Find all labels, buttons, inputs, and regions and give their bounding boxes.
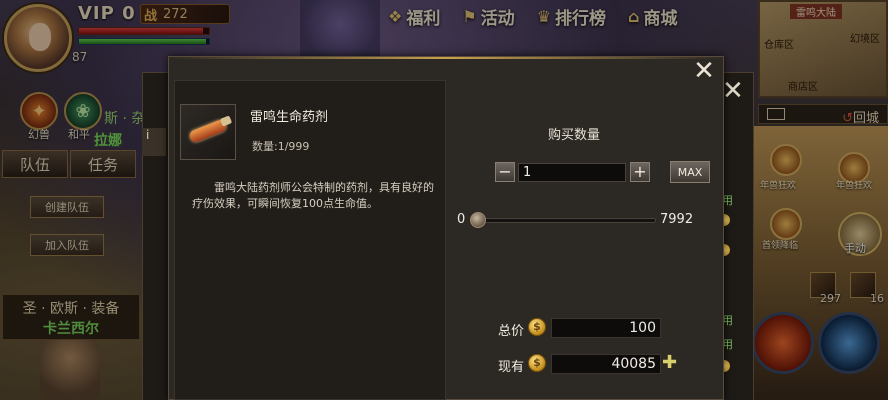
item-icon-slot [180,104,236,160]
shop-close-button[interactable]: ✕ [722,78,744,104]
gold-coin-icon: $ [528,354,546,372]
gold-coin-icon: $ [528,318,546,336]
item-description: 雷鸣大陆药剂师公会特制的药剂，具有良好的疗伤效果，可瞬间恢复100点生命值。 [192,181,434,210]
add-gold-button[interactable]: ✚ [662,354,677,372]
shop-window-tab[interactable]: i [142,128,166,156]
slider-handle[interactable] [470,212,486,228]
item-quantity: 数量:1/999 [252,140,310,153]
total-price-label: 总价 [498,324,525,339]
max-button[interactable]: MAX [670,161,710,183]
total-price-value: 100 [551,318,661,338]
item-name: 雷鸣生命药剂 [250,110,329,125]
owned-gold-label: 现有 [498,360,525,375]
buy-quantity-title: 购买数量 [548,128,601,143]
potion-cap [219,115,233,127]
owned-gold-value: 40085 [551,354,661,374]
quantity-slider[interactable] [474,218,656,223]
decrease-button[interactable]: − [495,162,515,182]
dialog-topline [169,57,723,59]
slider-min-label: 0 [457,212,466,227]
quantity-input[interactable] [518,163,626,182]
slider-max-label: 7992 [660,212,694,227]
dialog-close-button[interactable]: ✕ [690,58,718,84]
increase-button[interactable]: + [630,162,650,182]
